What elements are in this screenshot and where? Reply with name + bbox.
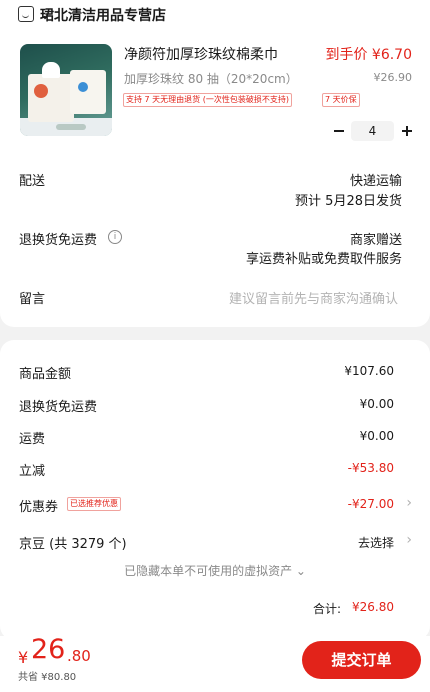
goods-amount-label: 商品金额 bbox=[19, 367, 72, 382]
delivery-eta: 预计 5月28日发货 bbox=[295, 194, 402, 209]
product-thumbnail[interactable] bbox=[20, 44, 112, 136]
quantity-decrease-button[interactable] bbox=[332, 121, 346, 141]
goods-amount-value: ¥107.60 bbox=[344, 364, 394, 378]
total-saved: 共省 ¥80.80 bbox=[18, 672, 77, 683]
return-policy-tag: 支持 7 天无理由退货 (一次性包装破损不支持) bbox=[123, 93, 292, 107]
product-spec[interactable]: 加厚珍珠纹 80 抽（20*20cm） bbox=[124, 70, 298, 87]
instant-discount-label: 立减 bbox=[19, 464, 46, 479]
return-free-label: 退换货免运费 bbox=[19, 400, 98, 415]
coupon-label[interactable]: 优惠券 bbox=[19, 496, 58, 515]
return-free-value: ¥0.00 bbox=[359, 397, 394, 411]
chevron-right-icon[interactable]: › bbox=[406, 532, 412, 548]
note-input[interactable]: 建议留言前先与商家沟通确认 bbox=[229, 288, 398, 307]
subtotal-value: ¥26.80 bbox=[352, 600, 394, 614]
jingdou-label[interactable]: 京豆 (共 3279 个) bbox=[19, 533, 127, 552]
price-protect-tag: 7 天价保 bbox=[322, 93, 360, 107]
store-name[interactable]: 珺北清洁用品专营店 bbox=[40, 5, 166, 25]
shipping-fee-label: 运费 bbox=[19, 432, 46, 447]
quantity-increase-button[interactable] bbox=[400, 121, 414, 141]
chevron-right-icon[interactable]: › bbox=[406, 495, 412, 511]
return-shipping-label: 退换货免运费 bbox=[19, 233, 98, 248]
product-original-price: ¥26.90 bbox=[373, 71, 413, 84]
instant-discount-value: -¥53.80 bbox=[347, 461, 394, 475]
return-shipping-gift: 商家赠送 bbox=[349, 233, 402, 248]
coupon-value[interactable]: -¥27.00 bbox=[348, 497, 394, 511]
store-icon bbox=[18, 6, 34, 22]
total-price-integer: 26 bbox=[31, 634, 66, 665]
coupon-recommended-tag: 已选推荐优惠 bbox=[67, 497, 121, 511]
delivery-label: 配送 bbox=[19, 174, 46, 189]
note-label: 留言 bbox=[19, 292, 46, 307]
total-price-decimal: .80 bbox=[67, 647, 91, 665]
hidden-assets-toggle[interactable]: 已隐藏本单不可使用的虚拟资产 ⌄ bbox=[0, 562, 430, 579]
delivery-method[interactable]: 快递运输 bbox=[350, 170, 402, 189]
subtotal-label: 合计: bbox=[313, 602, 342, 616]
order-item-card: 珺北清洁用品专营店 净颜符加厚珍珠纹棉柔巾 到手价 ¥6.70 加厚珍珠纹 80… bbox=[0, 0, 430, 327]
jingdou-select[interactable]: 去选择 bbox=[358, 534, 394, 551]
product-final-price: 到手价 ¥6.70 bbox=[325, 47, 412, 63]
info-icon[interactable]: i bbox=[108, 230, 122, 244]
shipping-fee-value: ¥0.00 bbox=[359, 429, 394, 443]
submit-order-button[interactable]: 提交订单 bbox=[302, 641, 421, 679]
return-shipping-service: 享运费补贴或免费取件服务 bbox=[245, 252, 402, 267]
quantity-input[interactable]: 4 bbox=[351, 121, 394, 141]
product-title[interactable]: 净颜符加厚珍珠纹棉柔巾 bbox=[124, 44, 278, 64]
price-summary-card bbox=[0, 340, 430, 640]
total-currency: ¥ bbox=[18, 648, 29, 667]
